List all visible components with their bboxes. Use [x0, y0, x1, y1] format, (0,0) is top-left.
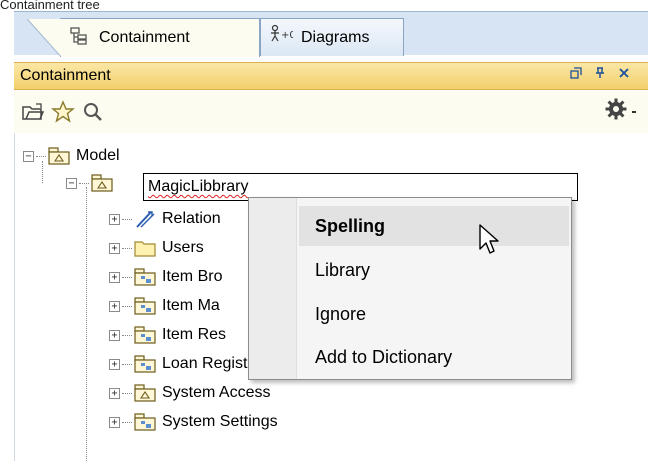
tree-node-label: System Access: [162, 384, 271, 401]
tree-node-label: Users: [162, 239, 204, 256]
restore-icon[interactable]: [570, 67, 582, 82]
collapse-icon[interactable]: −: [23, 150, 34, 162]
diagrams-icon: +0: [269, 24, 296, 51]
model-package-icon: [134, 326, 156, 344]
model-package-icon: [134, 413, 156, 431]
tree-node-users[interactable]: + Users: [109, 235, 204, 261]
tree-node-label: Item Res: [162, 326, 227, 343]
tree-node-item-browsing[interactable]: + Item Bro: [109, 264, 222, 290]
svg-text:+0: +0: [281, 30, 293, 41]
pin-icon[interactable]: [594, 67, 606, 82]
expand-icon[interactable]: +: [109, 271, 120, 283]
package-icon: [91, 174, 113, 192]
expand-icon[interactable]: +: [109, 387, 120, 399]
expand-icon[interactable]: +: [109, 300, 120, 312]
folder-icon: [134, 239, 156, 257]
panel-title: Containment: [20, 67, 111, 84]
expand-icon[interactable]: +: [109, 329, 120, 341]
tree-node-label: Item Bro: [162, 268, 223, 285]
rename-input-value: MagicLibbrary: [148, 178, 249, 195]
gear-icon[interactable]: [604, 97, 628, 126]
containment-tree-icon: [69, 26, 91, 51]
tab-label: Diagrams: [301, 28, 370, 46]
model-package-icon: [134, 268, 156, 286]
model-package-icon: [134, 297, 156, 315]
tree-node-label: Relation: [162, 210, 221, 227]
menu-item-ignore[interactable]: Ignore: [299, 294, 569, 334]
menu-gutter: [249, 198, 297, 379]
tab-strip: Containment +0 Diagrams: [14, 11, 648, 57]
expand-icon[interactable]: +: [109, 416, 120, 428]
tree-node-label: Item Ma: [162, 297, 220, 314]
relation-icon: [134, 210, 156, 228]
spelling-context-menu: Spelling Library Ignore Add to Dictionar…: [248, 197, 572, 380]
close-icon[interactable]: [618, 67, 630, 82]
mouse-pointer-icon: [478, 223, 500, 262]
expand-icon[interactable]: +: [109, 242, 120, 254]
menu-item-spelling[interactable]: Spelling: [299, 206, 569, 246]
search-icon[interactable]: [78, 97, 108, 127]
expand-icon[interactable]: +: [109, 358, 120, 370]
panel-header: Containment: [14, 62, 648, 90]
tree-node-system-settings[interactable]: + System Settings: [109, 409, 278, 435]
tree-node-relations[interactable]: + Relation: [109, 206, 221, 232]
menu-item-add-to-dictionary[interactable]: Add to Dictionary: [299, 337, 569, 377]
expand-icon[interactable]: +: [109, 213, 120, 225]
collapse-icon[interactable]: −: [66, 177, 77, 189]
star-icon[interactable]: [48, 97, 78, 127]
tree-node-system-access[interactable]: + System Access: [109, 380, 270, 406]
tree-node-model[interactable]: − Model: [23, 143, 120, 169]
tree-node-label: Model: [76, 147, 120, 164]
package-icon: [48, 147, 70, 165]
tree-node-magiclibbrary[interactable]: −: [66, 170, 119, 196]
open-folder-icon[interactable]: [18, 97, 48, 127]
model-package-icon: [134, 355, 156, 373]
toolbar: [14, 91, 648, 133]
tree-node-item-reservation[interactable]: + Item Res: [109, 322, 226, 348]
tab-containment[interactable]: Containment: [27, 18, 260, 57]
dropdown-arrow-icon[interactable]: [630, 103, 640, 121]
tab-diagrams[interactable]: +0 Diagrams: [260, 18, 404, 56]
tree-node-item-management[interactable]: + Item Ma: [109, 293, 220, 319]
tree-node-label: System Settings: [162, 413, 278, 430]
package-icon: [134, 384, 156, 402]
menu-item-library[interactable]: Library: [299, 250, 569, 290]
tab-label: Containment: [99, 29, 190, 46]
